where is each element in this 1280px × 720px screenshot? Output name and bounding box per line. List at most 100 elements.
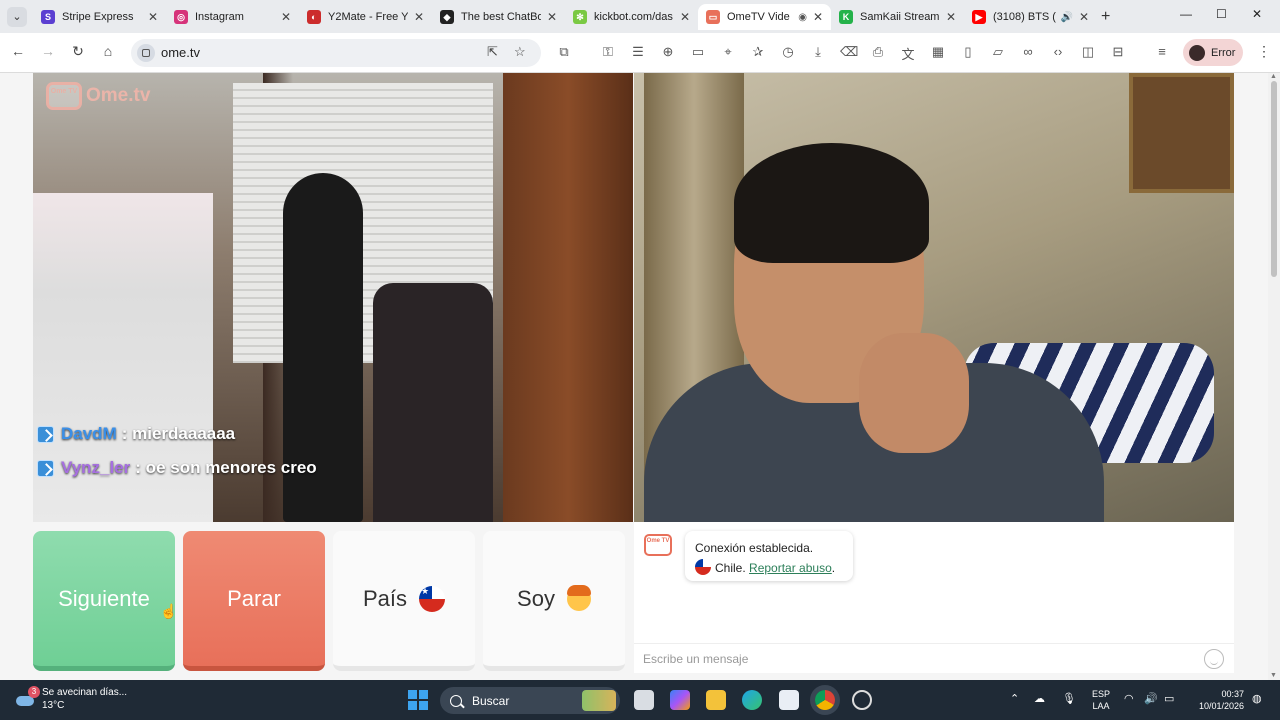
boy-emoji-icon	[566, 584, 591, 611]
profile-error-button[interactable]: Error	[1183, 39, 1243, 66]
password-key-icon[interactable]: ⚿	[600, 44, 616, 60]
download-icon[interactable]: ⤓	[810, 44, 826, 60]
extensions-icon[interactable]: ⧉	[556, 44, 572, 60]
ometv-logo: Ome TV Ome.tv	[46, 82, 150, 110]
clock[interactable]: 00:37 10/01/2026	[1192, 688, 1244, 712]
favorites-icon[interactable]: ✰	[750, 44, 766, 60]
address-bar[interactable]: ome.tv ⇱ ☆	[131, 39, 541, 67]
edge-icon[interactable]	[742, 690, 762, 710]
split-screen-icon[interactable]: ⊟	[1110, 44, 1126, 60]
time: 00:37	[1221, 689, 1244, 699]
delete-icon[interactable]: ⌫	[840, 44, 858, 60]
tab-6[interactable]: K SamKaii Stream ✕	[831, 4, 964, 30]
reading-list-icon[interactable]: ☰	[630, 44, 646, 60]
close-tab-icon[interactable]: ✕	[146, 10, 160, 24]
input-language[interactable]: ESP LAA	[1092, 688, 1110, 712]
tab-favicon-icon: K	[839, 10, 853, 24]
scroll-down-icon[interactable]: ▼	[1270, 672, 1277, 679]
card-icon[interactable]: ▭	[690, 44, 706, 60]
message-input[interactable]: Escribe un mensaje	[643, 652, 748, 666]
sidebar-icon[interactable]: ◫	[1080, 44, 1096, 60]
chair-with-clothes	[373, 283, 493, 522]
microphone-icon[interactable]: 🎙	[1062, 692, 1076, 705]
translate-icon[interactable]: 文	[900, 44, 916, 63]
qr-icon[interactable]: ▦	[930, 44, 946, 60]
forward-icon[interactable]: →	[38, 43, 58, 59]
ometv-logo-text: Ome.tv	[86, 85, 151, 106]
tab-media-icon[interactable]: ◉	[798, 12, 807, 23]
battery-icon[interactable]: ▭	[1164, 692, 1174, 705]
notifications-icon[interactable]: ◍	[1252, 692, 1262, 705]
kick-badge-icon	[37, 425, 54, 443]
location-icon[interactable]: ⌖	[720, 44, 736, 60]
tab-1[interactable]: ◎ Instagram ✕	[166, 4, 299, 30]
tab-title: OmeTV Vide	[727, 11, 790, 23]
message-bar: Escribe un mensaje	[634, 643, 1234, 673]
ometv-logo-icon: Ome TV	[46, 82, 82, 110]
close-tab-icon[interactable]: ✕	[279, 10, 293, 24]
task-view-icon[interactable]	[634, 690, 654, 710]
code-icon[interactable]: ‹›	[1050, 44, 1066, 59]
chat-message: : oe son menores creo	[135, 458, 317, 477]
country-button[interactable]: País	[333, 531, 475, 671]
wifi-icon[interactable]: ◠	[1124, 692, 1134, 705]
open-in-app-icon[interactable]: ⇱	[487, 44, 498, 60]
maximize-button[interactable]: ☐	[1216, 7, 1227, 21]
bookmark-star-icon[interactable]: ☆	[514, 44, 526, 60]
cast-icon[interactable]: ▱	[990, 44, 1006, 60]
history-icon[interactable]: ◷	[780, 44, 796, 60]
chat-username: Vynz_ler	[61, 458, 131, 477]
tab-4[interactable]: ✻ kickbot.com/das ✕	[565, 4, 698, 30]
onedrive-icon[interactable]: ☁	[1034, 692, 1045, 705]
tab-title: SamKaii Stream	[860, 11, 940, 23]
extension-a-icon[interactable]: ⊕	[660, 44, 676, 60]
scrollbar-thumb[interactable]	[1271, 81, 1277, 277]
link-icon[interactable]: ∞	[1020, 44, 1036, 59]
close-tab-icon[interactable]: ✕	[412, 10, 426, 24]
report-abuse-link[interactable]: Reportar abuso	[749, 561, 832, 575]
start-button[interactable]	[408, 690, 428, 710]
tab-5[interactable]: ▭ OmeTV Vide ◉ ✕	[698, 4, 831, 30]
tab-2[interactable]: ◐ Y2Mate - Free Y ✕	[299, 4, 432, 30]
period: .	[831, 561, 836, 575]
media-control-icon[interactable]: ≡	[1154, 44, 1170, 59]
close-tab-icon[interactable]: ✕	[1077, 10, 1091, 24]
file-explorer-icon[interactable]	[706, 690, 726, 710]
reader-icon[interactable]: ▯	[960, 44, 976, 60]
reload-icon[interactable]: ↻	[68, 43, 88, 60]
tab-3[interactable]: ◆ The best ChatBo ✕	[432, 4, 565, 30]
gender-button[interactable]: Soy	[483, 531, 625, 671]
minimize-button[interactable]: —	[1180, 7, 1192, 21]
home-icon[interactable]: ⌂	[98, 43, 118, 59]
next-button[interactable]: Siguiente	[33, 531, 175, 671]
close-window-button[interactable]: ✕	[1252, 7, 1262, 21]
back-icon[interactable]: ←	[8, 43, 28, 59]
stop-button[interactable]: Parar	[183, 531, 325, 671]
emoji-picker-icon[interactable]	[1204, 649, 1224, 669]
close-tab-icon[interactable]: ✕	[811, 10, 825, 24]
site-info-icon[interactable]	[137, 44, 155, 62]
tab-media-icon[interactable]: 🔊	[1061, 12, 1073, 23]
recording-app-icon[interactable]	[852, 690, 872, 710]
weather-widget[interactable]: 3 Se avecinan días... 13°C	[14, 686, 127, 712]
more-menu-icon[interactable]: ⋮	[1257, 43, 1271, 60]
chrome-icon[interactable]	[815, 690, 835, 710]
scroll-up-icon[interactable]: ▲	[1270, 73, 1277, 80]
self-video	[634, 73, 1234, 522]
tab-0[interactable]: S Stripe Express ✕	[33, 4, 166, 30]
volume-icon[interactable]: 🔊	[1144, 692, 1158, 705]
close-tab-icon[interactable]: ✕	[545, 10, 559, 24]
new-tab-button[interactable]: +	[1101, 8, 1110, 26]
tab-favicon-icon: S	[41, 10, 55, 24]
taskbar-search[interactable]: Buscar	[440, 687, 620, 714]
show-hidden-icons[interactable]: ⌃	[1010, 692, 1019, 705]
tab-7[interactable]: ▶ (3108) BTS (🔊 ✕	[964, 4, 1097, 30]
page-scrollbar[interactable]: ▲ ▼	[1268, 73, 1280, 680]
print-icon[interactable]: ⎙	[870, 44, 886, 60]
close-tab-icon[interactable]: ✕	[678, 10, 692, 24]
profile-status: Error	[1211, 46, 1236, 59]
close-tab-icon[interactable]: ✕	[944, 10, 958, 24]
store-icon[interactable]	[779, 690, 799, 710]
tab-search-button[interactable]: ⌄	[7, 7, 27, 27]
copilot-icon[interactable]	[670, 690, 690, 710]
